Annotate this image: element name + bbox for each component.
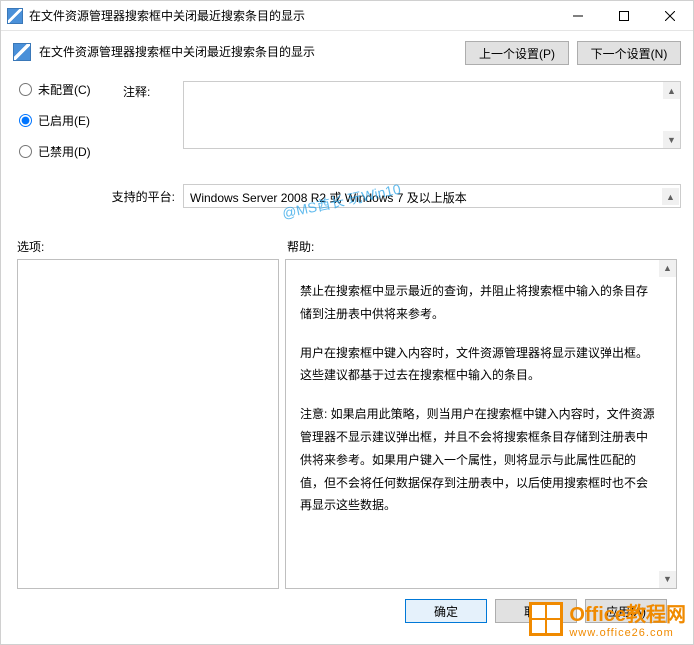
options-label: 选项:	[17, 238, 287, 255]
radio-enabled-input[interactable]	[19, 114, 32, 127]
maximize-button[interactable]	[601, 1, 647, 30]
scroll-down-icon[interactable]: ▼	[663, 131, 680, 148]
app-icon	[7, 8, 23, 24]
scroll-up-icon[interactable]: ▲	[662, 188, 679, 205]
options-panel[interactable]	[17, 259, 279, 589]
comment-label: 注释:	[123, 81, 183, 100]
dialog-content: 在文件资源管理器搜索框中关闭最近搜索条目的显示 上一个设置(P) 下一个设置(N…	[1, 31, 693, 633]
minimize-button[interactable]	[555, 1, 601, 30]
help-paragraph-3: 注意: 如果启用此策略，则当用户在搜索框中键入内容时，文件资源管理器不显示建议弹…	[300, 403, 658, 517]
platform-value: Windows Server 2008 R2 或 Windows 7 及以上版本	[190, 191, 467, 205]
window-controls	[555, 1, 693, 30]
previous-setting-button[interactable]: 上一个设置(P)	[465, 41, 569, 65]
next-setting-button[interactable]: 下一个设置(N)	[577, 41, 681, 65]
cancel-button[interactable]: 取消	[495, 599, 577, 623]
radio-disabled-label: 已禁用(D)	[38, 143, 91, 160]
ok-button[interactable]: 确定	[405, 599, 487, 623]
help-paragraph-2: 用户在搜索框中键入内容时，文件资源管理器将显示建议弹出框。这些建议都基于过去在搜…	[300, 342, 658, 388]
policy-title: 在文件资源管理器搜索框中关闭最近搜索条目的显示	[39, 41, 457, 60]
radio-disabled[interactable]: 已禁用(D)	[19, 143, 123, 160]
config-grid: 未配置(C) 已启用(E) 已禁用(D) 注释: ▲ ▼	[13, 81, 681, 174]
titlebar: 在文件资源管理器搜索框中关闭最近搜索条目的显示	[1, 1, 693, 31]
radio-enabled-label: 已启用(E)	[38, 112, 90, 129]
panels: 禁止在搜索框中显示最近的查询，并阻止将搜索框中输入的条目存储到注册表中供将来参考…	[13, 259, 681, 589]
radio-enabled[interactable]: 已启用(E)	[19, 112, 123, 129]
radio-not-configured[interactable]: 未配置(C)	[19, 81, 123, 98]
platform-label: 支持的平台:	[13, 188, 183, 205]
window-title: 在文件资源管理器搜索框中关闭最近搜索条目的显示	[29, 7, 555, 24]
prev-button-label: 上一个设置(P)	[479, 47, 555, 61]
radio-not-configured-label: 未配置(C)	[38, 81, 91, 98]
nav-buttons: 上一个设置(P) 下一个设置(N)	[465, 41, 681, 65]
dialog-footer: 确定 取消 应用(A)	[13, 589, 681, 633]
ok-label: 确定	[434, 605, 458, 619]
radio-group: 未配置(C) 已启用(E) 已禁用(D)	[13, 81, 123, 174]
minimize-icon	[573, 11, 583, 21]
next-button-label: 下一个设置(N)	[591, 47, 668, 61]
scroll-down-icon[interactable]: ▼	[659, 571, 676, 588]
scroll-up-icon[interactable]: ▲	[663, 82, 680, 99]
apply-button[interactable]: 应用(A)	[585, 599, 667, 623]
policy-icon	[13, 43, 31, 61]
platform-row: 支持的平台: Windows Server 2008 R2 或 Windows …	[13, 184, 681, 208]
section-labels: 选项: 帮助:	[13, 238, 681, 259]
maximize-icon	[619, 11, 629, 21]
close-icon	[665, 11, 675, 21]
radio-disabled-input[interactable]	[19, 145, 32, 158]
help-paragraph-1: 禁止在搜索框中显示最近的查询，并阻止将搜索框中输入的条目存储到注册表中供将来参考…	[300, 280, 658, 326]
scroll-up-icon[interactable]: ▲	[659, 260, 676, 277]
help-label: 帮助:	[287, 238, 314, 255]
cancel-label: 取消	[524, 605, 548, 619]
radio-not-configured-input[interactable]	[19, 83, 32, 96]
apply-label: 应用(A)	[606, 605, 646, 619]
comment-textarea[interactable]: ▲ ▼	[183, 81, 681, 149]
help-panel[interactable]: 禁止在搜索框中显示最近的查询，并阻止将搜索框中输入的条目存储到注册表中供将来参考…	[285, 259, 677, 589]
close-button[interactable]	[647, 1, 693, 30]
platform-field[interactable]: Windows Server 2008 R2 或 Windows 7 及以上版本…	[183, 184, 681, 208]
header-row: 在文件资源管理器搜索框中关闭最近搜索条目的显示 上一个设置(P) 下一个设置(N…	[13, 41, 681, 65]
